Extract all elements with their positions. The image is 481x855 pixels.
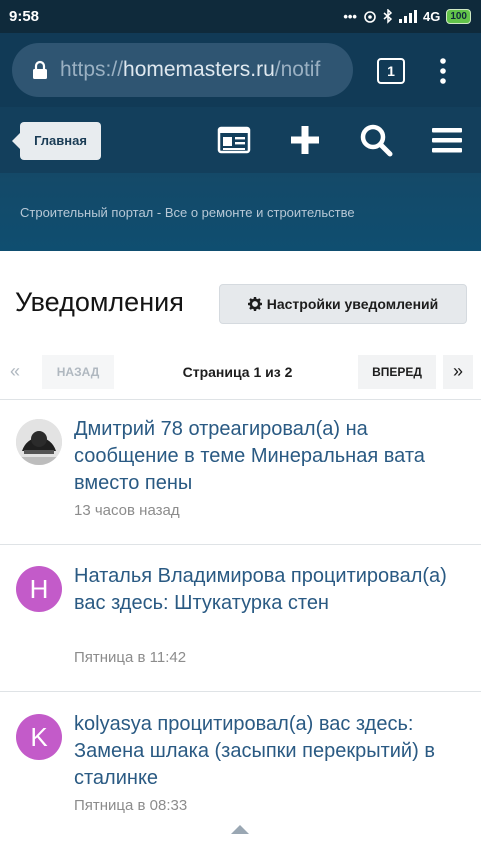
url-text: https://homemasters.ru/notif — [60, 58, 345, 82]
avatar[interactable] — [16, 419, 62, 465]
avatar-photo-icon — [16, 419, 62, 465]
notification-time: 13 часов назад — [74, 502, 180, 519]
site-header: Главная Строительный портал - Все о ремо… — [0, 107, 481, 251]
bluetooth-icon — [383, 9, 393, 24]
status-indicators: ••• 4G 100 — [343, 9, 471, 24]
avatar[interactable]: Н — [16, 566, 62, 612]
status-bar: 9:58 ••• 4G 100 — [0, 0, 481, 33]
notification-text[interactable]: kolyasya процитировал(а) вас здесь: Заме… — [74, 711, 469, 792]
prev-page-button[interactable]: НАЗАД — [42, 355, 114, 389]
signal-bars-icon — [398, 10, 417, 23]
hamburger-menu-icon[interactable] — [430, 123, 464, 157]
battery-icon: 100 — [446, 9, 471, 24]
status-time: 9:58 — [9, 8, 40, 25]
divider — [0, 544, 481, 545]
avatar[interactable]: K — [16, 714, 62, 760]
notification-item[interactable]: Дмитрий 78 отреагировал(а) на сообщение … — [0, 416, 481, 544]
plus-icon[interactable] — [288, 123, 322, 157]
hotspot-icon — [364, 10, 376, 23]
notification-settings-button[interactable]: Настройки уведомлений — [219, 284, 467, 324]
tab-switcher-button[interactable]: 1 — [377, 58, 405, 84]
url-host: homemasters.ru — [123, 58, 275, 81]
url-scheme: https:// — [60, 58, 124, 81]
notification-time: Пятница в 11:42 — [74, 649, 187, 666]
notification-item[interactable]: K kolyasya процитировал(а) вас здесь: За… — [0, 711, 481, 839]
more-menu-icon[interactable] — [438, 57, 448, 85]
lock-icon — [33, 60, 47, 79]
address-bar[interactable]: https://homemasters.ru/notif — [12, 43, 353, 97]
notification-text[interactable]: Дмитрий 78 отреагировал(а) на сообщение … — [74, 416, 469, 497]
scroll-to-top-icon[interactable] — [231, 824, 249, 834]
notification-time: Пятница в 08:33 — [74, 797, 188, 814]
notifications-page: Уведомления Настройки уведомлений « НАЗА… — [0, 251, 481, 855]
home-button[interactable]: Главная — [12, 122, 101, 160]
next-page-button[interactable]: ВПЕРЕД — [358, 355, 436, 389]
pagination: « НАЗАД Страница 1 из 2 ВПЕРЕД » — [0, 355, 481, 389]
network-type: 4G — [422, 9, 441, 24]
page-info: Страница 1 из 2 — [182, 364, 293, 380]
browser-toolbar: https://homemasters.ru/notif 1 — [0, 33, 481, 107]
url-path: /notif — [274, 58, 321, 81]
notification-text[interactable]: Наталья Владимирова процитировал(а) вас … — [74, 563, 469, 617]
divider — [0, 399, 481, 400]
settings-label: Настройки уведомлений — [266, 296, 439, 312]
site-tagline: Строительный портал - Все о ремонте и ст… — [20, 205, 355, 220]
news-icon[interactable] — [217, 123, 251, 157]
site-nav: Главная — [0, 107, 481, 173]
gear-icon — [247, 297, 262, 311]
first-page-button[interactable]: « — [10, 355, 32, 389]
page-title: Уведомления — [15, 287, 184, 317]
notification-dots: ••• — [343, 9, 357, 24]
notification-item[interactable]: Н Наталья Владимирова процитировал(а) ва… — [0, 563, 481, 691]
divider — [0, 691, 481, 692]
last-page-button[interactable]: » — [443, 355, 473, 389]
search-icon[interactable] — [359, 123, 393, 157]
